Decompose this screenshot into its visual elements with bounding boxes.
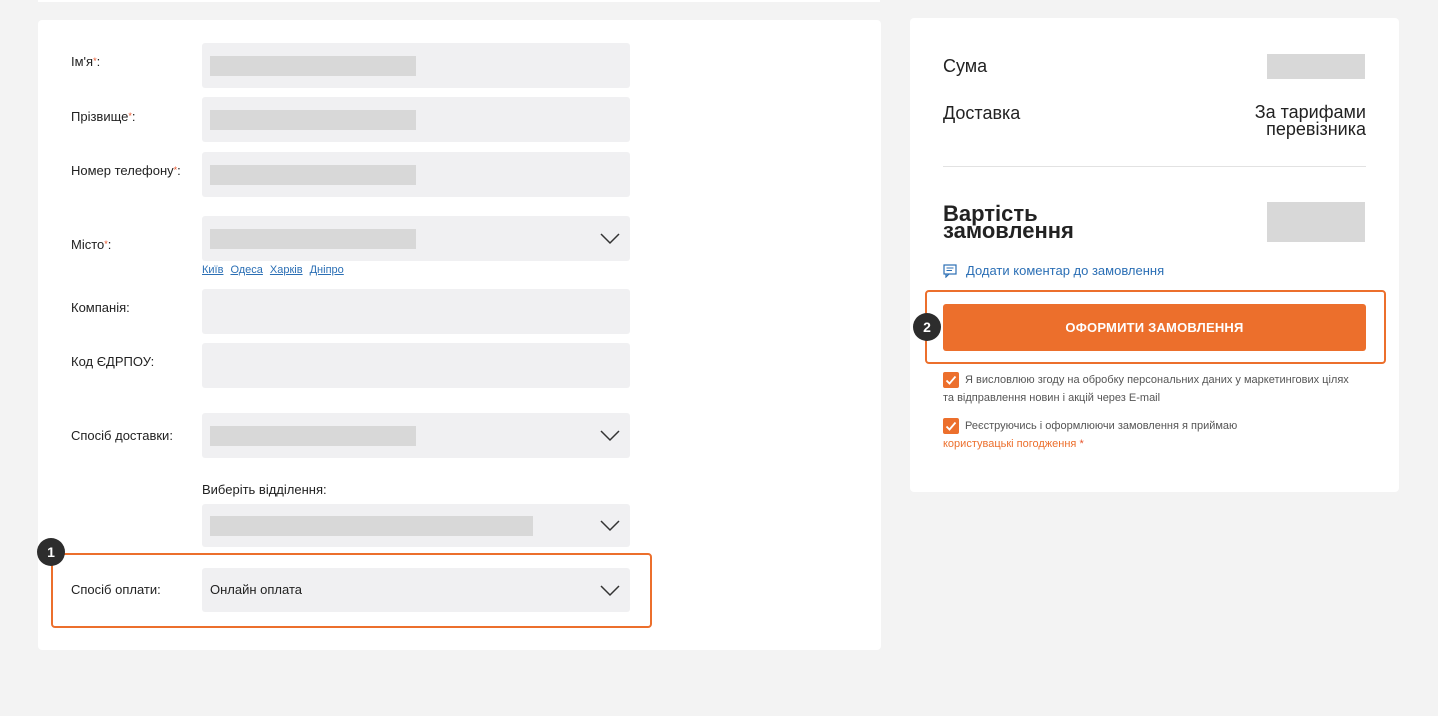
payment-method-value: Онлайн оплата: [210, 582, 302, 597]
surname-label: Прізвище*:: [71, 109, 136, 124]
city-link-dnipro[interactable]: Дніпро: [310, 264, 344, 276]
payment-method-select[interactable]: Онлайн оплата: [202, 568, 630, 612]
marketing-consent-text: Я висловлюю згоду на обробку персональни…: [943, 374, 1349, 404]
company-label: Компанія:: [71, 300, 130, 315]
total-value-placeholder: [1267, 202, 1365, 242]
chevron-down-icon: [600, 580, 620, 600]
edrpou-label: Код ЄДРПОУ:: [71, 354, 155, 369]
chevron-down-icon: [600, 425, 620, 445]
city-link-kharkiv[interactable]: Харків: [270, 264, 303, 276]
step-badge-2: 2: [913, 313, 941, 341]
chevron-down-icon: [600, 228, 620, 248]
city-link-kyiv[interactable]: Київ: [202, 264, 223, 276]
sum-value-placeholder: [1267, 54, 1365, 79]
city-select[interactable]: [202, 216, 630, 261]
order-total-label: Вартість замовлення: [943, 201, 1074, 243]
previous-card-edge: [38, 0, 880, 2]
chevron-down-icon: [600, 515, 620, 535]
order-summary-card: Сума Доставка За тарифами перевізника Ва…: [910, 18, 1399, 492]
add-comment-link[interactable]: Додати коментар до замовлення: [943, 263, 1164, 278]
placeholder-bar: [210, 165, 416, 185]
edrpou-input[interactable]: [202, 343, 630, 388]
placeholder-bar: [210, 516, 533, 536]
name-input[interactable]: [202, 43, 630, 88]
city-link-odesa[interactable]: Одеса: [230, 264, 262, 276]
delivery-value: За тарифами перевізника: [1254, 102, 1366, 139]
payment-method-label: Спосіб оплати:: [71, 582, 161, 597]
comment-icon: [943, 263, 957, 278]
delivery-method-label: Спосіб доставки:: [71, 428, 173, 443]
delivery-label: Доставка: [943, 103, 1021, 123]
placeholder-bar: [210, 56, 416, 76]
phone-input[interactable]: [202, 152, 630, 197]
step-badge-1: 1: [37, 538, 65, 566]
order-button-highlight-box: [925, 290, 1386, 364]
city-label: Місто*:: [71, 237, 112, 252]
placeholder-bar: [210, 229, 416, 249]
surname-input[interactable]: [202, 97, 630, 142]
company-input[interactable]: [202, 289, 630, 334]
placeholder-bar: [210, 110, 416, 130]
terms-consent-text: Реєструючись і оформлюючи замовлення я п…: [943, 420, 1238, 450]
branch-select[interactable]: [202, 504, 630, 547]
name-label: Ім'я*:: [71, 54, 101, 69]
sum-label: Сума: [943, 56, 988, 76]
phone-label: Номер телефону*:: [71, 163, 181, 178]
divider: [943, 166, 1366, 167]
branch-label: Виберіть відділення:: [202, 482, 327, 497]
delivery-method-select[interactable]: [202, 413, 630, 458]
placeholder-bar: [210, 426, 416, 446]
user-agreement-link[interactable]: користувацькі погодження: [943, 438, 1076, 450]
quick-city-links: Київ Одеса Харків Дніпро: [202, 264, 351, 276]
